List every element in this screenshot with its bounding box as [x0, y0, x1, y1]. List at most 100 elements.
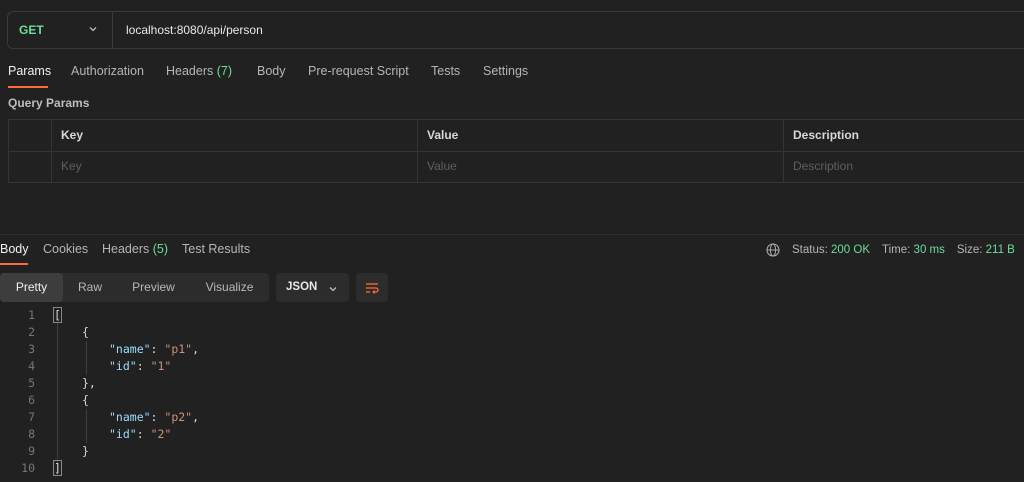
- method-label: GET: [19, 23, 44, 37]
- tab-pre-request-script[interactable]: Pre-request Script: [308, 64, 409, 78]
- json-string: "p1": [164, 342, 193, 356]
- query-params-title: Query Params: [8, 96, 90, 110]
- line-number: 4: [28, 359, 35, 373]
- tab-headers-label: Headers: [166, 64, 214, 78]
- line-number: 9: [28, 444, 35, 458]
- json-string: "p2": [164, 410, 193, 424]
- json-string: "2": [150, 427, 172, 441]
- json-colon: :: [150, 410, 165, 424]
- json-brace: }: [82, 444, 89, 458]
- checkbox-column: [9, 120, 51, 151]
- json-colon: :: [150, 342, 165, 356]
- json-string: "1": [150, 359, 172, 373]
- view-mode-selector: Pretty Raw Preview Visualize: [0, 273, 269, 302]
- column-header-key: Key: [51, 120, 417, 151]
- query-params-table: Key Value Description Key Value Descript…: [8, 119, 1024, 183]
- url-input[interactable]: localhost:8080/api/person: [113, 23, 263, 37]
- response-status-area: Status: 200 OK Time: 30 ms Size: 211 B: [766, 243, 1015, 257]
- json-key: "id": [109, 427, 137, 441]
- tab-cookies[interactable]: Cookies: [43, 242, 88, 256]
- code-text: "name": "p2",: [109, 409, 199, 426]
- view-mode-pretty[interactable]: Pretty: [0, 273, 63, 302]
- time-label: Time:: [882, 244, 911, 256]
- code-text: {: [82, 392, 89, 409]
- request-url-bar: GET localhost:8080/api/person: [7, 11, 1024, 49]
- active-tab-underline: [8, 86, 48, 88]
- code-text: [: [53, 307, 62, 324]
- value-input[interactable]: Value: [417, 151, 783, 182]
- tab-tests[interactable]: Tests: [431, 64, 460, 78]
- status-label: Status:: [792, 244, 828, 256]
- view-mode-raw[interactable]: Raw: [63, 273, 117, 302]
- headers-count: (7): [216, 64, 233, 78]
- line-number: 7: [28, 410, 35, 424]
- json-key: "id": [109, 359, 137, 373]
- table-row: Key Value Description: [9, 151, 1024, 182]
- tab-response-headers-label: Headers: [102, 242, 150, 256]
- tab-test-results[interactable]: Test Results: [182, 242, 250, 256]
- code-text: },: [82, 375, 96, 392]
- view-mode-preview[interactable]: Preview: [117, 273, 190, 302]
- code-text: "id": "2": [109, 426, 171, 443]
- json-brace: {: [82, 325, 89, 339]
- active-response-tab-underline: [0, 263, 28, 265]
- column-header-description: Description: [783, 120, 1024, 151]
- json-brace: {: [82, 393, 89, 407]
- code-line: 1 [: [0, 307, 1024, 324]
- wrap-lines-button[interactable]: [356, 273, 388, 302]
- column-header-value: Value: [417, 120, 783, 151]
- tab-settings[interactable]: Settings: [483, 64, 528, 78]
- tab-response-body[interactable]: Body: [0, 242, 29, 256]
- description-input[interactable]: Description: [783, 151, 1024, 182]
- line-number: 1: [28, 308, 35, 322]
- chevron-down-icon: [89, 27, 97, 32]
- tab-params[interactable]: Params: [8, 64, 51, 78]
- chevron-down-icon: [329, 287, 337, 292]
- json-key: "name": [109, 342, 151, 356]
- code-text: "name": "p1",: [109, 341, 199, 358]
- format-select[interactable]: JSON: [276, 273, 349, 302]
- globe-icon[interactable]: [766, 243, 780, 257]
- view-mode-visualize[interactable]: Visualize: [190, 273, 269, 302]
- code-text: }: [82, 443, 89, 460]
- json-bracket: ]: [53, 460, 62, 476]
- code-line: 5 },: [0, 375, 1024, 392]
- key-input[interactable]: Key: [51, 151, 417, 182]
- code-line: 6 {: [0, 392, 1024, 409]
- line-number: 2: [28, 325, 35, 339]
- code-text: "id": "1": [109, 358, 171, 375]
- tab-authorization[interactable]: Authorization: [71, 64, 144, 78]
- tab-body[interactable]: Body: [257, 64, 286, 78]
- line-number: 10: [21, 461, 35, 475]
- tab-response-headers[interactable]: Headers (5): [102, 242, 168, 256]
- table-header-row: Key Value Description: [9, 120, 1024, 152]
- json-colon: :: [136, 359, 151, 373]
- line-number: 5: [28, 376, 35, 390]
- line-number: 3: [28, 342, 35, 356]
- method-select[interactable]: GET: [8, 12, 113, 48]
- code-text: ]: [53, 460, 62, 477]
- code-line: 3 "name": "p1",: [0, 341, 1024, 358]
- json-bracket: [: [53, 307, 62, 323]
- size-value[interactable]: 211 B: [986, 244, 1015, 256]
- wrap-lines-icon: [366, 282, 379, 294]
- code-line: 4 "id": "1": [0, 358, 1024, 375]
- pane-divider[interactable]: [0, 234, 1024, 235]
- time-value[interactable]: 30 ms: [914, 244, 945, 256]
- json-colon: :: [136, 427, 151, 441]
- line-number: 8: [28, 427, 35, 441]
- tab-headers[interactable]: Headers (7): [166, 64, 232, 78]
- json-key: "name": [109, 410, 151, 424]
- code-line: 7 "name": "p2",: [0, 409, 1024, 426]
- json-brace: },: [82, 376, 96, 390]
- size-label: Size:: [956, 244, 983, 256]
- code-line: 10 ]: [0, 460, 1024, 477]
- code-line: 9 }: [0, 443, 1024, 460]
- status-value[interactable]: 200 OK: [831, 244, 870, 256]
- code-text: {: [82, 324, 89, 341]
- json-comma: ,: [192, 342, 200, 356]
- row-checkbox-cell: [9, 151, 51, 182]
- json-comma: ,: [192, 410, 200, 424]
- format-label: JSON: [286, 281, 318, 293]
- code-line: 8 "id": "2": [0, 426, 1024, 443]
